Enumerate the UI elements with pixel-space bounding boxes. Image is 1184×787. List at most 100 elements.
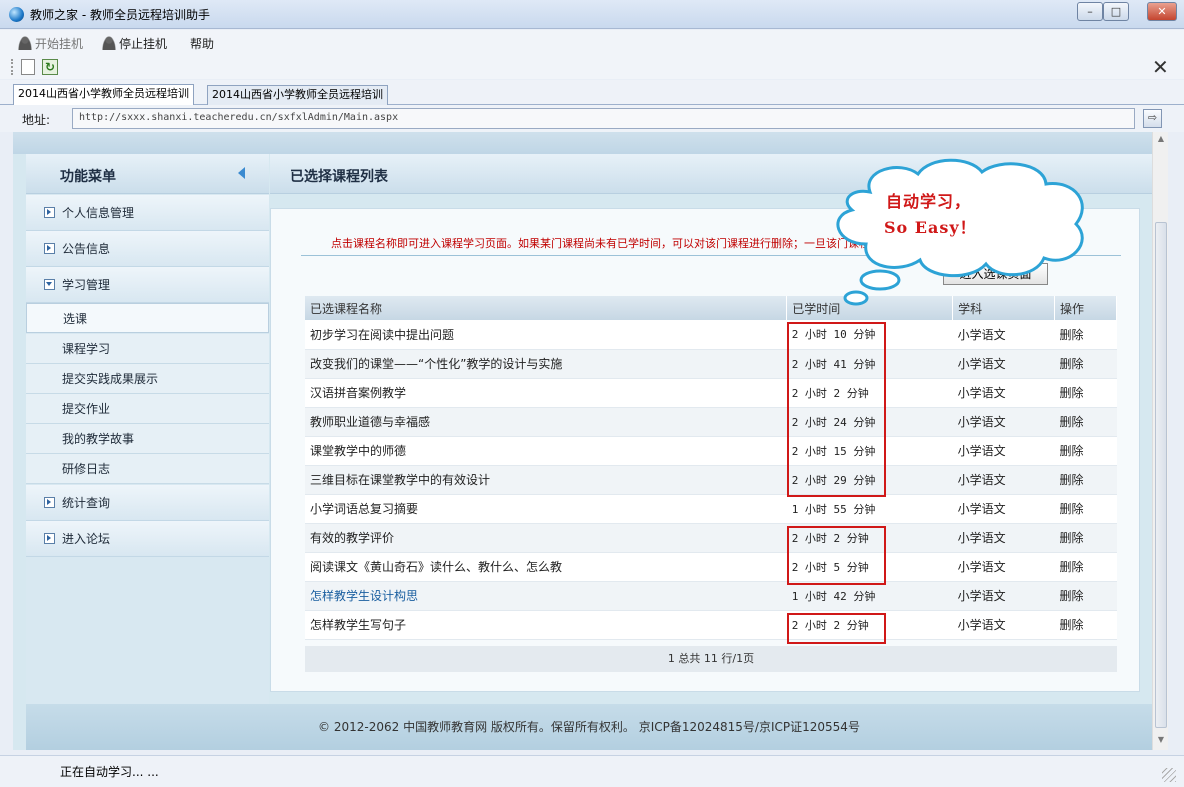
study-time: 1 小时 42 分钟 xyxy=(786,581,953,611)
table-row: 怎样教学生写句子 2 小时 2 分钟 小学语文 删除 xyxy=(305,610,1117,640)
table-row: 怎样教学生设计构思 1 小时 42 分钟 小学语文 删除 xyxy=(305,581,1117,611)
sidebar-group-label: 学习管理 xyxy=(62,278,111,292)
table-row: 初步学习在阅读中提出问题 2 小时 10 分钟 小学语文 删除 xyxy=(305,320,1117,350)
course-name-link[interactable]: 怎样教学生写句子 xyxy=(305,610,787,640)
document-icon[interactable] xyxy=(21,59,35,75)
delete-link[interactable]: 删除 xyxy=(1054,552,1117,582)
course-name-link[interactable]: 教师职业道德与幸福感 xyxy=(305,407,787,437)
delete-link[interactable]: 删除 xyxy=(1054,320,1117,350)
sidebar-item-teaching-story[interactable]: 我的教学故事 xyxy=(26,424,269,454)
subject: 小学语文 xyxy=(952,378,1055,408)
course-table: 已选课程名称 已学时间 学科 操作 初步学习在阅读中提出问题 2 小时 10 分… xyxy=(305,296,1117,640)
vertical-scrollbar[interactable]: ▲ ▼ xyxy=(1152,132,1168,750)
stop-hangup-label: 停止挂机 xyxy=(119,36,168,51)
table-row: 小学词语总复习摘要 1 小时 55 分钟 小学语文 删除 xyxy=(305,494,1117,524)
delete-link[interactable]: 删除 xyxy=(1054,610,1117,640)
address-bar: 地址: http://sxxx.shanxi.teacheredu.cn/sxf… xyxy=(0,105,1184,132)
table-row: 三维目标在课堂教学中的有效设计 2 小时 29 分钟 小学语文 删除 xyxy=(305,465,1117,495)
go-icon[interactable]: ⇨ xyxy=(1143,109,1162,128)
close-window-button[interactable]: ✕ xyxy=(1147,2,1177,21)
address-input[interactable]: http://sxxx.shanxi.teacheredu.cn/sxfxlAd… xyxy=(72,108,1135,129)
delete-link[interactable]: 删除 xyxy=(1054,494,1117,524)
expand-icon xyxy=(44,243,55,254)
delete-link[interactable]: 删除 xyxy=(1054,465,1117,495)
scroll-up-icon[interactable]: ▲ xyxy=(1155,134,1167,146)
delete-link[interactable]: 删除 xyxy=(1054,349,1117,379)
sidebar-item-study-log[interactable]: 研修日志 xyxy=(26,454,269,484)
subject: 小学语文 xyxy=(952,552,1055,582)
sidebar-group-label: 进入论坛 xyxy=(62,532,111,546)
subject: 小学语文 xyxy=(952,581,1055,611)
study-time: 1 小时 55 分钟 xyxy=(786,494,953,524)
table-pagination: 1 总共 11 行/1页 xyxy=(305,646,1117,672)
delete-link[interactable]: 删除 xyxy=(1054,436,1117,466)
scroll-down-icon[interactable]: ▼ xyxy=(1155,735,1167,747)
subject: 小学语文 xyxy=(952,494,1055,524)
course-name-link[interactable]: 课堂教学中的师德 xyxy=(305,436,787,466)
callout-line-2: So Easy！ xyxy=(884,218,977,237)
page-footer: © 2012-2062 中国教师教育网 版权所有。保留所有权利。 京ICP备12… xyxy=(26,704,1152,750)
status-text: 正在自动学习... ... xyxy=(60,765,159,779)
subject: 小学语文 xyxy=(952,610,1055,640)
resize-grip-icon[interactable] xyxy=(1162,768,1176,782)
expand-icon xyxy=(44,533,55,544)
column-header: 已选课程名称 xyxy=(305,296,788,320)
delete-link[interactable]: 删除 xyxy=(1054,523,1117,553)
person-icon xyxy=(18,36,32,50)
course-name-link[interactable]: 初步学习在阅读中提出问题 xyxy=(305,320,787,350)
menu-bar: 开始挂机 停止挂机 帮助 xyxy=(0,30,1184,55)
start-hangup-menu[interactable]: 开始挂机 xyxy=(18,34,83,52)
table-row: 汉语拼音案例教学 2 小时 2 分钟 小学语文 删除 xyxy=(305,378,1117,408)
expand-icon xyxy=(44,497,55,508)
course-name-link[interactable]: 有效的教学评价 xyxy=(305,523,787,553)
course-name-link[interactable]: 小学词语总复习摘要 xyxy=(305,494,787,524)
delete-link[interactable]: 删除 xyxy=(1054,407,1117,437)
tab-training-2[interactable]: 2014山西省小学教师全员远程培训 xyxy=(207,85,388,105)
subject: 小学语文 xyxy=(952,465,1055,495)
sidebar-item-course-study[interactable]: 课程学习 xyxy=(26,334,269,364)
tab-training-1[interactable]: 2014山西省小学教师全员远程培训 xyxy=(13,84,194,105)
sidebar-group-study-management[interactable]: 学习管理 xyxy=(26,267,269,303)
course-name-link[interactable]: 阅读课文《黄山奇石》读什么、教什么、怎么教 xyxy=(305,552,787,582)
collapse-arrow-icon[interactable] xyxy=(238,167,245,179)
sidebar-item-course-selection[interactable]: 选课 xyxy=(26,303,269,333)
highlight-box xyxy=(787,526,886,585)
course-name-link[interactable]: 怎样教学生设计构思 xyxy=(305,581,787,611)
highlight-box xyxy=(787,322,886,497)
subject: 小学语文 xyxy=(952,407,1055,437)
delete-link[interactable]: 删除 xyxy=(1054,581,1117,611)
course-name-link[interactable]: 改变我们的课堂——“个性化”教学的设计与实施 xyxy=(305,349,787,379)
maximize-button[interactable]: □ xyxy=(1103,2,1129,21)
sidebar-group-statistics[interactable]: 统计查询 xyxy=(26,485,269,521)
stop-hangup-menu[interactable]: 停止挂机 xyxy=(102,34,167,52)
status-bar: 正在自动学习... ... xyxy=(0,755,1184,787)
scrollbar-thumb[interactable] xyxy=(1155,222,1167,728)
collapse-icon xyxy=(44,279,55,290)
toolbar-grip xyxy=(11,59,14,75)
course-name-link[interactable]: 三维目标在课堂教学中的有效设计 xyxy=(305,465,787,495)
sidebar-item-submit-homework[interactable]: 提交作业 xyxy=(26,394,269,424)
refresh-icon[interactable]: ↻ xyxy=(42,59,58,75)
sidebar-group-announcements[interactable]: 公告信息 xyxy=(26,231,269,267)
subject: 小学语文 xyxy=(952,320,1055,350)
table-row: 课堂教学中的师德 2 小时 15 分钟 小学语文 删除 xyxy=(305,436,1117,466)
toolbar: ↻ xyxy=(0,55,1184,79)
sidebar-title: 功能菜单 xyxy=(60,169,116,185)
person-icon xyxy=(102,36,116,50)
minimize-button[interactable]: – xyxy=(1077,2,1103,21)
sidebar-group-forum[interactable]: 进入论坛 xyxy=(26,521,269,557)
start-hangup-label: 开始挂机 xyxy=(35,36,84,51)
sidebar-item-submit-practice[interactable]: 提交实践成果展示 xyxy=(26,364,269,394)
highlight-box xyxy=(787,613,886,644)
sidebar-group-personal-info[interactable]: 个人信息管理 xyxy=(26,195,269,231)
help-menu[interactable]: 帮助 xyxy=(190,34,214,52)
subject: 小学语文 xyxy=(952,349,1055,379)
delete-link[interactable]: 删除 xyxy=(1054,378,1117,408)
table-row: 改变我们的课堂——“个性化”教学的设计与实施 2 小时 41 分钟 小学语文 删… xyxy=(305,349,1117,379)
sidebar-group-label: 个人信息管理 xyxy=(62,206,135,220)
sidebar-group-label: 公告信息 xyxy=(62,242,111,256)
expand-icon xyxy=(44,207,55,218)
course-name-link[interactable]: 汉语拼音案例教学 xyxy=(305,378,787,408)
close-tab-icon[interactable]: ✕ xyxy=(1152,55,1169,79)
sidebar-header: 功能菜单 xyxy=(26,154,269,194)
